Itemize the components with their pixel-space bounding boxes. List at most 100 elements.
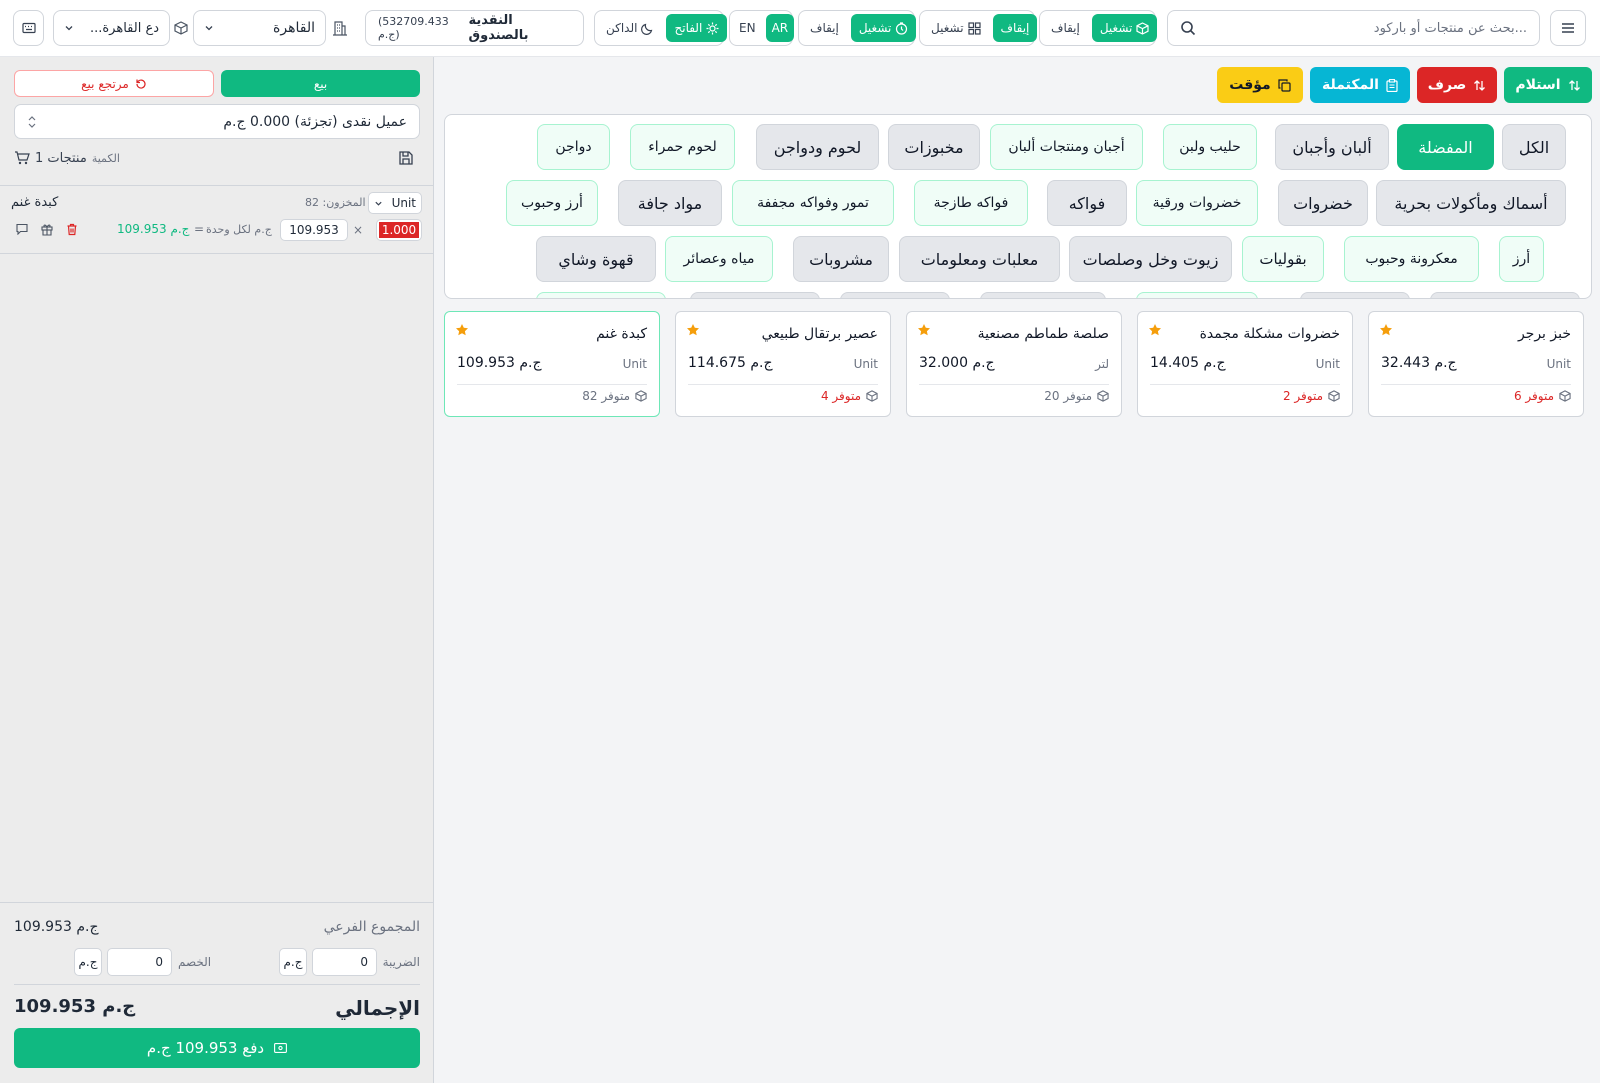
product-card[interactable]: خضروات مشكلة مجمدة Unit 14.405 ج.م 2 متو… xyxy=(1137,311,1353,417)
cart-item-name: كبدة غنم xyxy=(11,195,59,210)
discount-unit[interactable]: ج.م xyxy=(74,948,102,976)
save-icon[interactable] xyxy=(398,150,414,166)
category-legumes[interactable]: بقوليات xyxy=(1242,236,1324,282)
tax-unit[interactable]: ج.م xyxy=(279,948,307,976)
lang-ar-button[interactable]: AR xyxy=(765,14,795,42)
product-unit: Unit xyxy=(853,357,878,371)
category-clipped[interactable] xyxy=(690,292,820,298)
completed-button[interactable]: المكتملة xyxy=(1310,67,1410,103)
category-coffee-tea[interactable]: قهوة وشاي xyxy=(536,236,656,282)
product-name: كبدة غنم xyxy=(596,326,647,342)
category-clipped[interactable] xyxy=(840,292,950,298)
category-clipped[interactable] xyxy=(1430,292,1580,298)
temp-button[interactable]: مؤقت xyxy=(1217,67,1303,103)
toggle-off-button[interactable]: إيقاف xyxy=(992,14,1038,42)
package-icon xyxy=(174,21,188,35)
pay-button-label: دفع 109.953 ج.م xyxy=(146,1039,265,1057)
theme-light-label: الفاتح xyxy=(674,21,703,35)
category-leafy-greens[interactable]: خضروات ورقية xyxy=(1136,180,1258,226)
theme-dark-button[interactable]: الداكن xyxy=(598,14,662,42)
qty-input[interactable]: 1.000 xyxy=(376,219,422,241)
warehouse-select[interactable]: ...دع القاهرة xyxy=(53,10,170,46)
menu-button[interactable] xyxy=(1550,10,1586,46)
comment-icon[interactable] xyxy=(16,223,28,235)
category-oils-sauces[interactable]: زيوت وخل وصلصات xyxy=(1069,236,1232,282)
tax-label: الضريبة xyxy=(382,955,420,969)
category-fresh-fruits[interactable]: فواكه طازجة xyxy=(914,180,1028,226)
star-icon[interactable] xyxy=(917,323,931,337)
cash-label: النقدية بالصندوق xyxy=(468,13,529,43)
category-rice[interactable]: أرز xyxy=(1499,236,1544,282)
category-canned[interactable]: معلبات ومعلومات xyxy=(899,236,1060,282)
category-all[interactable]: الكل xyxy=(1502,124,1566,170)
toggle-on-button[interactable]: تشغيل xyxy=(923,14,989,42)
star-icon[interactable] xyxy=(455,323,469,337)
unit-value: Unit xyxy=(391,196,416,210)
lang-en-button[interactable]: EN xyxy=(733,14,762,42)
branch-select[interactable]: القاهرة xyxy=(193,10,326,46)
unit-select[interactable]: Unit xyxy=(368,192,422,214)
toggle-off-button[interactable]: إيقاف xyxy=(1043,14,1088,42)
tax-input[interactable]: 0 xyxy=(312,948,377,976)
category-dried-fruits[interactable]: تمور وفواكه مجففة xyxy=(732,180,894,226)
star-icon[interactable] xyxy=(1379,323,1393,337)
discount-input[interactable]: 0 xyxy=(107,948,172,976)
customer-select[interactable]: عميل نقدى (تجزئة) 0.000 ج.م xyxy=(14,104,420,139)
toggle-on-button[interactable]: تشغيل xyxy=(1091,14,1158,42)
category-milk[interactable]: حليب ولبن xyxy=(1163,124,1257,170)
category-fruits[interactable]: فواكه xyxy=(1047,180,1127,226)
grid-icon xyxy=(967,21,981,35)
box-icon xyxy=(1559,390,1571,402)
sale-tab[interactable]: بيع xyxy=(221,70,420,97)
subtotal-value: 109.953 ج.م xyxy=(14,919,99,935)
star-icon[interactable] xyxy=(686,323,700,337)
theme-light-button[interactable]: الفاتح xyxy=(666,14,728,42)
category-cheese-dairy-products[interactable]: أجبان ومنتجات ألبان xyxy=(990,124,1143,170)
product-stock: 82 متوفر xyxy=(582,389,647,403)
category-dairy-cheese[interactable]: ألبان وأجبان xyxy=(1275,124,1389,170)
receive-button[interactable]: استلام xyxy=(1504,67,1592,103)
category-poultry[interactable]: دواجن xyxy=(537,124,610,170)
category-meat-poultry[interactable]: لحوم ودواجن xyxy=(756,124,879,170)
trash-icon[interactable] xyxy=(66,223,78,236)
cart-sidebar: بيع مرتجع بيع عميل نقدى (تجزئة) 0.000 ج.… xyxy=(0,57,434,1083)
keyboard-button[interactable] xyxy=(13,10,44,46)
category-beverages[interactable]: مشروبات xyxy=(793,236,889,282)
category-rice-grains[interactable]: أرز وحبوب xyxy=(506,180,598,226)
category-clipped[interactable] xyxy=(1136,292,1258,298)
pay-button[interactable]: دفع 109.953 ج.م xyxy=(14,1028,420,1068)
category-seafood[interactable]: أسماك ومأكولات بحرية xyxy=(1376,180,1566,226)
warehouse-value: ...دع القاهرة xyxy=(89,20,159,36)
product-stock: 6 متوفر xyxy=(1514,389,1571,403)
keyboard-icon xyxy=(21,22,36,34)
product-card[interactable]: كبدة غنم Unit 109.953 ج.م 82 متوفر xyxy=(444,311,660,417)
star-icon[interactable] xyxy=(1148,323,1162,337)
theme-switch: الداكن الفاتح xyxy=(594,10,728,46)
category-favorites[interactable]: المفضلة xyxy=(1397,124,1494,170)
box-icon xyxy=(1136,21,1149,35)
return-tab[interactable]: مرتجع بيع xyxy=(14,70,214,97)
product-unit: Unit xyxy=(622,357,647,371)
box-icon xyxy=(1097,390,1109,402)
category-clipped[interactable] xyxy=(980,292,1106,298)
product-card[interactable]: صلصة طماطم مصنعية لتر 32.000 ج.م 20 متوف… xyxy=(906,311,1122,417)
category-dry-goods[interactable]: مواد جافة xyxy=(618,180,722,226)
category-clipped[interactable] xyxy=(1300,292,1410,298)
category-clipped[interactable] xyxy=(536,292,666,298)
product-card[interactable]: خبز برجر Unit 32.443 ج.م 6 متوفر xyxy=(1368,311,1584,417)
product-card[interactable]: عصير برتقال طبيعي Unit 114.675 ج.م 4 متو… xyxy=(675,311,891,417)
spend-button[interactable]: صرف xyxy=(1417,67,1497,103)
price-input[interactable]: 109.953 xyxy=(280,219,348,241)
category-pasta-grains[interactable]: معكرونة وحبوب xyxy=(1344,236,1479,282)
gift-icon[interactable] xyxy=(41,223,53,236)
cash-drawer[interactable]: (532709.433 ج.م) النقدية بالصندوق xyxy=(365,10,584,46)
search-input[interactable]: بحث عن منتجات أو باركود... xyxy=(1167,10,1540,46)
category-red-meat[interactable]: لحوم حمراء xyxy=(630,124,735,170)
branch-value: القاهرة xyxy=(273,20,315,36)
toggle-off-button[interactable]: إيقاف xyxy=(802,14,847,42)
category-bakery[interactable]: مخبوزات xyxy=(888,124,980,170)
toggle-on-button[interactable]: تشغيل xyxy=(850,14,917,42)
category-vegetables[interactable]: خضروات xyxy=(1278,180,1368,226)
category-water-juice[interactable]: مياه وعصائر xyxy=(665,236,773,282)
rotate-icon xyxy=(135,78,147,90)
